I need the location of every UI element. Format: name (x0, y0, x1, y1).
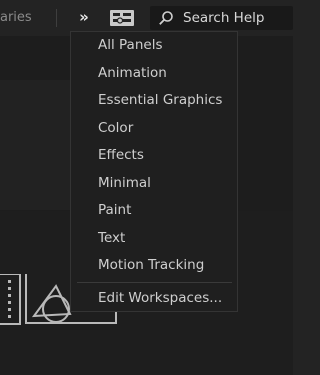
workspace-overflow-button[interactable]: » (76, 8, 92, 26)
menu-item-text[interactable]: Text (98, 230, 125, 246)
search-icon (159, 11, 173, 25)
menu-item-animation[interactable]: Animation (98, 65, 167, 81)
tab-libraries[interactable]: aries (0, 10, 32, 25)
menu-item-paint[interactable]: Paint (98, 202, 131, 218)
menu-item-minimal[interactable]: Minimal (98, 175, 151, 191)
workspace-settings-icon[interactable] (110, 10, 134, 26)
menu-item-effects[interactable]: Effects (98, 147, 144, 163)
menu-item-edit-workspaces[interactable]: Edit Workspaces... (98, 290, 222, 306)
menu-separator (77, 282, 232, 283)
menu-item-motion-tracking[interactable]: Motion Tracking (98, 257, 204, 273)
search-placeholder: Search Help (183, 10, 265, 26)
menu-item-color[interactable]: Color (98, 120, 133, 136)
tab-divider (56, 9, 57, 27)
panel-upper (0, 80, 80, 210)
menu-item-essential-graphics[interactable]: Essential Graphics (98, 92, 222, 108)
menu-item-all-panels[interactable]: All Panels (98, 37, 162, 53)
search-help-field[interactable]: Search Help (150, 6, 293, 30)
workspace-menu: All Panels Animation Essential Graphics … (70, 31, 238, 312)
